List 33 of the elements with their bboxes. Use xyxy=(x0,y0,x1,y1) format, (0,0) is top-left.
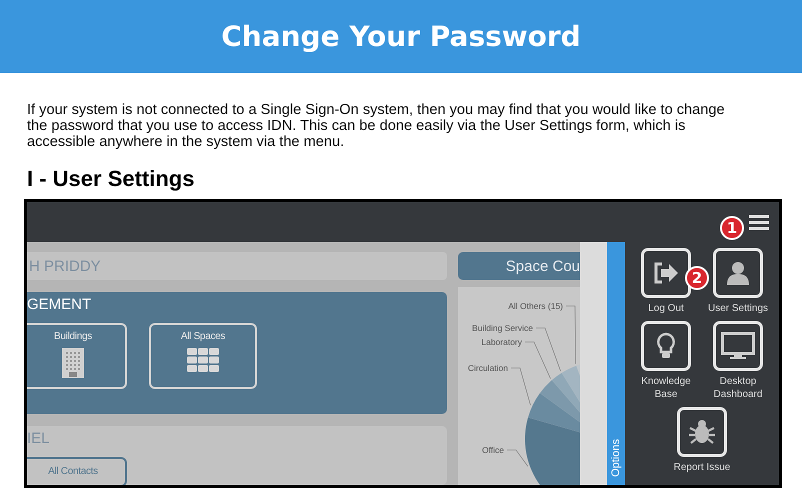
chart-label: Laboratory xyxy=(481,337,522,347)
leader-line xyxy=(524,342,551,379)
menu-item[interactable]: Knowledge Base xyxy=(630,321,702,401)
nav-tile[interactable]: Buildings xyxy=(27,323,127,389)
leader-line xyxy=(506,450,528,467)
chart-header: Space Cou xyxy=(458,252,580,280)
leader-line xyxy=(536,328,561,372)
options-label: Options xyxy=(610,439,622,477)
panel-title: GEMENT xyxy=(27,296,92,313)
leader-line xyxy=(566,306,576,364)
leader-line xyxy=(510,368,531,406)
chart-label: Office xyxy=(482,445,504,455)
intro-paragraph: If your system is not connected to a Single Sign-On system, then you may find that you would like to change the password that you use to access IDN. This can be done easily via the User Settings form, which is accessible anywhere in the system via the menu. xyxy=(27,102,726,150)
panel-title: IEL xyxy=(27,430,51,447)
monitor-icon xyxy=(721,332,755,360)
nav-tile[interactable]: All Spaces xyxy=(149,323,257,389)
chart-label: Building Service xyxy=(472,323,533,333)
grid-icon xyxy=(187,348,219,372)
section-heading: I - User Settings xyxy=(27,166,196,192)
lightbulb-icon xyxy=(656,332,676,360)
chart-label: Circulation xyxy=(468,363,508,373)
chart-label: All Others (15) xyxy=(508,301,563,311)
page-title: Change Your Password xyxy=(221,20,581,53)
menu-item[interactable]: Desktop Dashboard xyxy=(702,321,774,401)
menu-item[interactable]: Report Issue xyxy=(630,407,774,474)
callout-badge: 2 xyxy=(685,266,709,290)
callout-badge: 1 xyxy=(720,216,744,240)
user-name-bar: H PRIDDY xyxy=(27,252,447,280)
menu-icon[interactable] xyxy=(749,214,769,230)
bug-icon xyxy=(688,418,716,446)
user-icon xyxy=(725,260,751,286)
logout-icon xyxy=(653,261,679,285)
building-icon xyxy=(62,348,84,378)
